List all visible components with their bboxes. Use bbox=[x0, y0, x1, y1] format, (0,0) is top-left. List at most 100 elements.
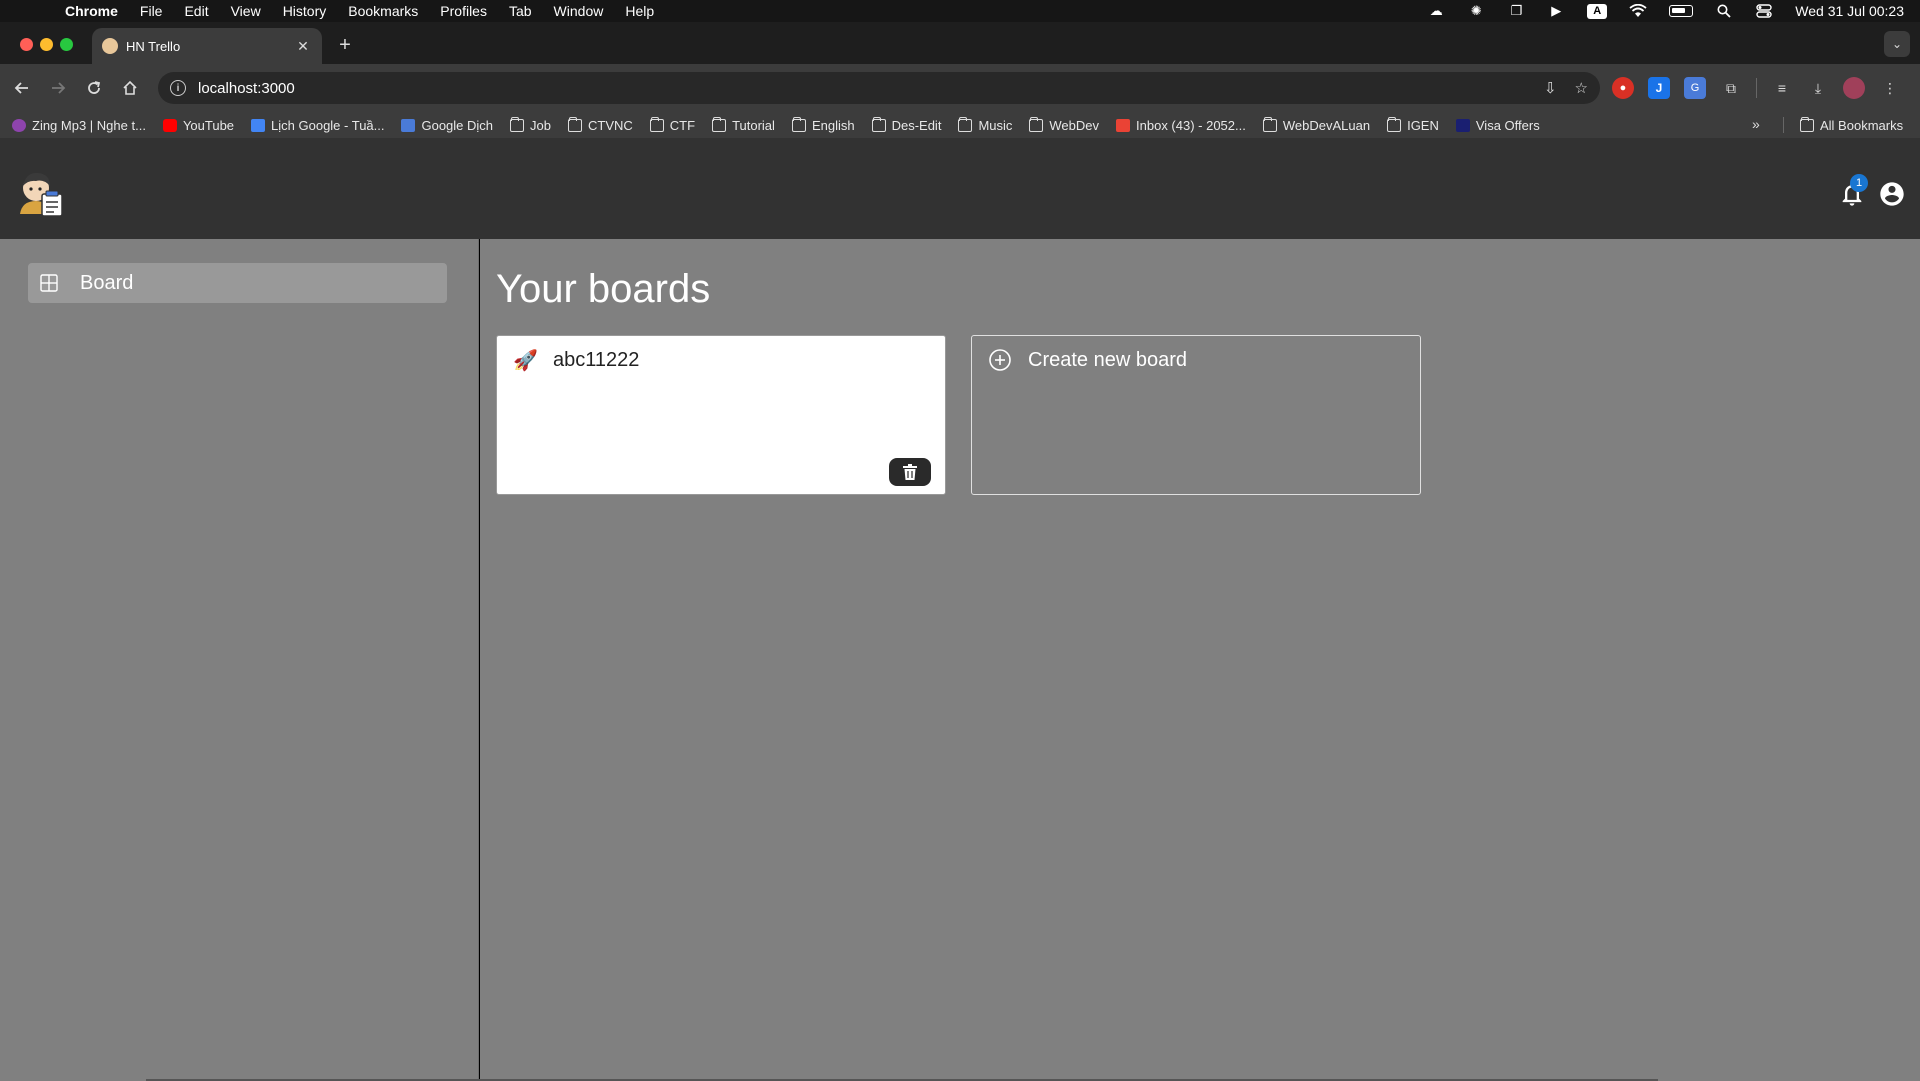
folder-icon bbox=[712, 116, 727, 132]
youtube-icon bbox=[162, 118, 177, 132]
media-controls-icon[interactable]: ≡ bbox=[1771, 77, 1793, 99]
menu-app-name[interactable]: Chrome bbox=[54, 3, 129, 19]
app-logo[interactable] bbox=[16, 168, 66, 218]
window-icon[interactable]: ❐ bbox=[1507, 3, 1525, 18]
bookmark-google-translate[interactable]: Google Dịch bbox=[401, 118, 493, 133]
board-icon bbox=[40, 274, 58, 292]
bookmark-label: Tutorial bbox=[732, 117, 775, 133]
j-extension-icon[interactable]: J bbox=[1648, 77, 1670, 99]
bookmark-label: WebDev bbox=[1049, 117, 1100, 133]
bookmark-star-icon[interactable]: ☆ bbox=[1575, 79, 1588, 97]
install-app-icon[interactable]: ⇩ bbox=[1544, 79, 1557, 97]
bookmark-visa-offers[interactable]: Visa Offers bbox=[1455, 117, 1540, 133]
bookmark-label: WebDevALuan bbox=[1282, 117, 1371, 133]
sidebar: Board bbox=[0, 239, 479, 1081]
bookmark-folder-des-edit[interactable]: Des-Edit bbox=[871, 116, 942, 133]
spotlight-search-icon[interactable] bbox=[1715, 4, 1733, 18]
downloads-icon[interactable]: ⤓ bbox=[1807, 77, 1829, 99]
menu-tab[interactable]: Tab bbox=[498, 3, 543, 19]
address-bar[interactable]: i localhost:3000 ⇩ ☆ bbox=[158, 72, 1600, 104]
rocket-icon: 🚀 bbox=[513, 350, 538, 372]
folder-icon bbox=[1387, 116, 1402, 132]
adblock-extension-icon[interactable]: ● bbox=[1612, 77, 1634, 99]
input-source-indicator[interactable]: A bbox=[1587, 3, 1608, 19]
extensions-puzzle-icon[interactable]: ⧉ bbox=[1720, 77, 1742, 99]
bookmark-youtube[interactable]: YouTube bbox=[162, 117, 235, 133]
minimize-window-button[interactable] bbox=[40, 38, 53, 51]
home-button[interactable] bbox=[116, 74, 144, 102]
page-title: Your boards bbox=[496, 267, 711, 311]
tab-active[interactable]: HN Trello ✕ bbox=[92, 28, 322, 64]
control-center-icon[interactable] bbox=[1755, 4, 1773, 18]
extensions-area: ● J G ⧉ ≡ ⤓ ⋮ bbox=[1612, 74, 1901, 102]
folder-icon bbox=[568, 116, 582, 132]
bookmark-label: Google Dịch bbox=[421, 117, 494, 133]
bookmark-folder-ctvnc[interactable]: CTVNC bbox=[568, 116, 633, 133]
openai-icon[interactable]: ✺ bbox=[1467, 3, 1485, 18]
wifi-icon[interactable] bbox=[1629, 4, 1647, 18]
tab-search-button[interactable]: ⌄ bbox=[1884, 31, 1910, 57]
tab-close-icon[interactable]: ✕ bbox=[294, 37, 312, 55]
tab-favicon-icon bbox=[102, 38, 118, 54]
new-tab-button[interactable]: + bbox=[334, 34, 356, 56]
back-button[interactable] bbox=[8, 74, 36, 102]
sidebar-item-label: Board bbox=[80, 271, 134, 294]
chrome-menu-icon[interactable]: ⋮ bbox=[1879, 77, 1901, 99]
bookmark-label: CTF bbox=[669, 117, 696, 133]
bookmark-label: CTVNC bbox=[588, 117, 633, 133]
board-card[interactable]: 🚀 abc11222 bbox=[496, 335, 946, 495]
create-new-board-card[interactable]: Create new board bbox=[971, 335, 1421, 495]
profile-avatar-icon[interactable] bbox=[1843, 77, 1865, 99]
battery-icon[interactable] bbox=[1669, 5, 1694, 17]
reload-button[interactable] bbox=[80, 74, 108, 102]
bookmark-folder-tutorial[interactable]: Tutorial bbox=[712, 116, 775, 133]
menu-bookmarks[interactable]: Bookmarks bbox=[337, 3, 429, 19]
bookmark-label: IGEN bbox=[1407, 117, 1439, 133]
bookmark-label: English bbox=[811, 117, 855, 133]
tab-title: HN Trello bbox=[126, 38, 181, 54]
zoom-window-button[interactable] bbox=[60, 38, 73, 51]
cloud-icon[interactable]: ☁ bbox=[1427, 3, 1445, 18]
more-bookmarks-chevron-icon[interactable]: » bbox=[1752, 116, 1760, 132]
menu-edit[interactable]: Edit bbox=[173, 3, 219, 19]
folder-icon bbox=[958, 116, 973, 132]
account-circle-icon[interactable] bbox=[1878, 180, 1906, 208]
bookmark-folder-job[interactable]: Job bbox=[510, 116, 551, 133]
bookmark-label: Des-Edit bbox=[891, 117, 942, 133]
forward-button[interactable] bbox=[44, 74, 72, 102]
bookmark-google-calendar[interactable]: Lịch Google - Tuầ... bbox=[251, 118, 384, 133]
bookmarks-bar: Zing Mp3 | Nghe t... YouTube Lịch Google… bbox=[0, 112, 1920, 138]
tab-strip: HN Trello ✕ + ⌄ bbox=[0, 22, 1920, 64]
bookmark-label: Visa Offers bbox=[1475, 117, 1540, 133]
main-content: Your boards 🚀 abc11222 Create new board bbox=[480, 239, 1920, 1081]
menu-view[interactable]: View bbox=[220, 3, 272, 19]
bookmark-label: YouTube bbox=[182, 117, 235, 133]
bookmark-folder-webdev[interactable]: WebDev bbox=[1029, 116, 1100, 133]
sidebar-item-board[interactable]: Board bbox=[28, 263, 447, 303]
translate-extension-icon[interactable]: G bbox=[1684, 77, 1706, 99]
all-bookmarks-button[interactable]: All Bookmarks bbox=[1800, 112, 1903, 138]
create-new-board-label: Create new board bbox=[1028, 349, 1187, 371]
bookmark-folder-ctf[interactable]: CTF bbox=[649, 116, 696, 133]
board-title[interactable]: abc11222 bbox=[553, 349, 639, 372]
menu-history[interactable]: History bbox=[272, 3, 338, 19]
bookmark-folder-webdevaluan[interactable]: WebDevALuan bbox=[1262, 116, 1371, 133]
play-icon[interactable]: ▶ bbox=[1547, 3, 1565, 18]
screen: Chrome File Edit View History Bookmarks … bbox=[0, 0, 1920, 1081]
close-window-button[interactable] bbox=[20, 38, 33, 51]
bookmark-folder-music[interactable]: Music bbox=[958, 116, 1012, 133]
menu-file[interactable]: File bbox=[129, 3, 174, 19]
bookmark-folder-english[interactable]: English bbox=[791, 116, 855, 133]
bookmark-zing[interactable]: Zing Mp3 | Nghe t... bbox=[12, 118, 146, 133]
url-text[interactable]: localhost:3000 bbox=[198, 80, 1526, 97]
site-info-icon[interactable]: i bbox=[170, 80, 186, 96]
macos-menu-bar: Chrome File Edit View History Bookmarks … bbox=[0, 0, 1920, 22]
delete-board-button[interactable] bbox=[889, 458, 931, 486]
bookmarks-divider bbox=[1783, 117, 1784, 133]
bookmark-gmail-inbox[interactable]: Inbox (43) - 2052... bbox=[1116, 118, 1246, 133]
menu-window[interactable]: Window bbox=[543, 3, 615, 19]
clock[interactable]: Wed 31 Jul 00:23 bbox=[1795, 3, 1904, 19]
menu-help[interactable]: Help bbox=[614, 3, 665, 19]
bookmark-folder-igen[interactable]: IGEN bbox=[1387, 116, 1439, 133]
menu-profiles[interactable]: Profiles bbox=[429, 3, 498, 19]
